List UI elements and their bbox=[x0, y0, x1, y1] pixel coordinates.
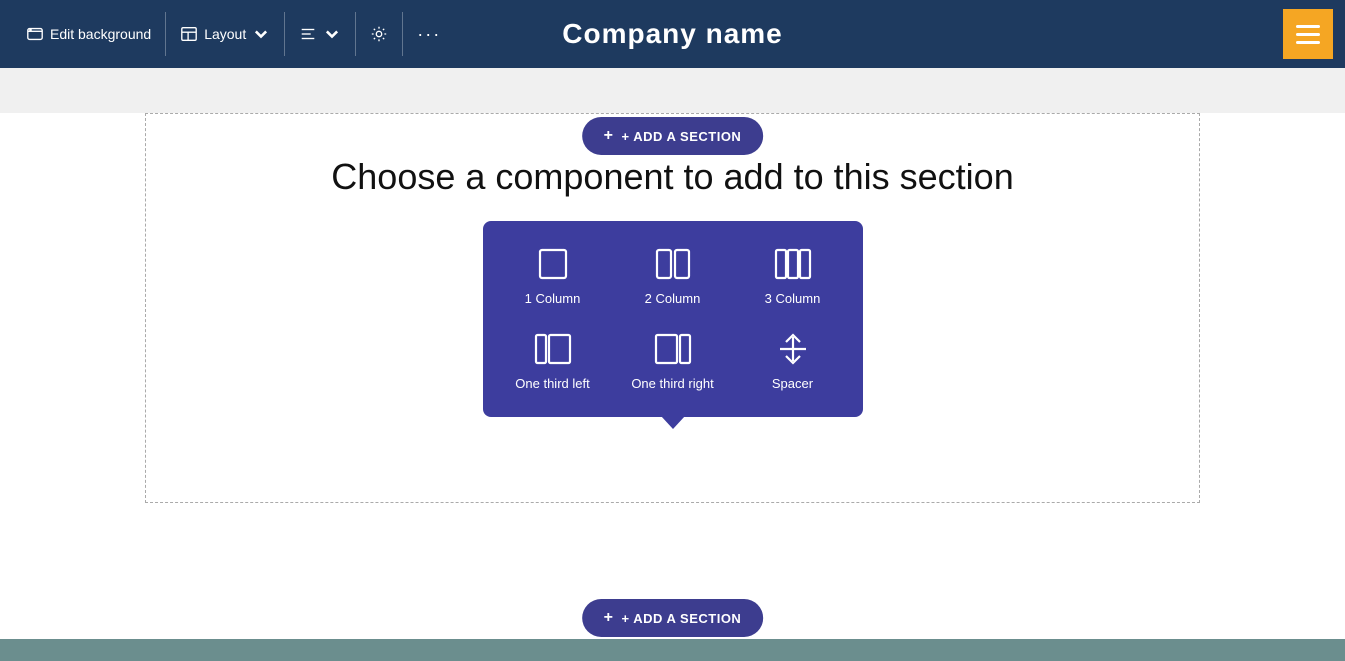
hamburger-line-3 bbox=[1296, 41, 1320, 44]
spacer-icon bbox=[774, 330, 812, 368]
layout-popup: 1 Column 2 Column bbox=[483, 221, 863, 417]
chevron-down-icon-2 bbox=[323, 25, 341, 43]
settings-button[interactable] bbox=[356, 12, 403, 56]
one-third-right-icon bbox=[654, 330, 692, 368]
add-section-bottom: + + ADD A SECTION bbox=[582, 599, 764, 637]
align-button[interactable] bbox=[285, 12, 356, 56]
ellipsis-icon: ··· bbox=[417, 24, 441, 45]
popup-spacer[interactable]: Spacer bbox=[737, 324, 849, 399]
toolbar: Edit background Layout bbox=[0, 0, 1345, 68]
layout-icon bbox=[180, 25, 198, 43]
align-icon bbox=[299, 25, 317, 43]
hamburger-line-1 bbox=[1296, 25, 1320, 28]
toolbar-right bbox=[1283, 9, 1333, 59]
two-column-icon bbox=[654, 245, 692, 283]
popup-one-column[interactable]: 1 Column bbox=[497, 239, 609, 314]
popup-one-third-right[interactable]: One third right bbox=[617, 324, 729, 399]
popup-two-column[interactable]: 2 Column bbox=[617, 239, 729, 314]
plus-icon-top: + bbox=[604, 127, 614, 145]
hamburger-line-2 bbox=[1296, 33, 1320, 36]
plus-icon-bottom: + bbox=[604, 609, 614, 627]
add-section-top-button[interactable]: + + ADD A SECTION bbox=[582, 117, 764, 155]
three-column-icon bbox=[774, 245, 812, 283]
toolbar-center: Company name bbox=[562, 18, 783, 50]
main-content: + + ADD A SECTION Choose a component to … bbox=[0, 113, 1345, 661]
one-third-left-icon bbox=[534, 330, 572, 368]
add-section-top: + + ADD A SECTION bbox=[582, 117, 764, 155]
more-options-button[interactable]: ··· bbox=[403, 12, 455, 56]
popup-one-third-left[interactable]: One third left bbox=[497, 324, 609, 399]
bottom-bar bbox=[0, 639, 1345, 661]
edit-background-icon bbox=[26, 25, 44, 43]
toolbar-left: Edit background Layout bbox=[12, 12, 455, 56]
company-name: Company name bbox=[562, 18, 783, 50]
hamburger-button[interactable] bbox=[1283, 9, 1333, 59]
components-row: T Text Button bbox=[146, 231, 1199, 359]
layout-button[interactable]: Layout bbox=[166, 12, 285, 56]
popup-three-column[interactable]: 3 Column bbox=[737, 239, 849, 314]
gear-icon bbox=[370, 25, 388, 43]
edit-background-button[interactable]: Edit background bbox=[12, 12, 166, 56]
one-column-icon bbox=[534, 245, 572, 283]
section-container: Choose a component to add to this sectio… bbox=[145, 113, 1200, 503]
chevron-down-icon bbox=[252, 25, 270, 43]
add-section-bottom-button[interactable]: + + ADD A SECTION bbox=[582, 599, 764, 637]
